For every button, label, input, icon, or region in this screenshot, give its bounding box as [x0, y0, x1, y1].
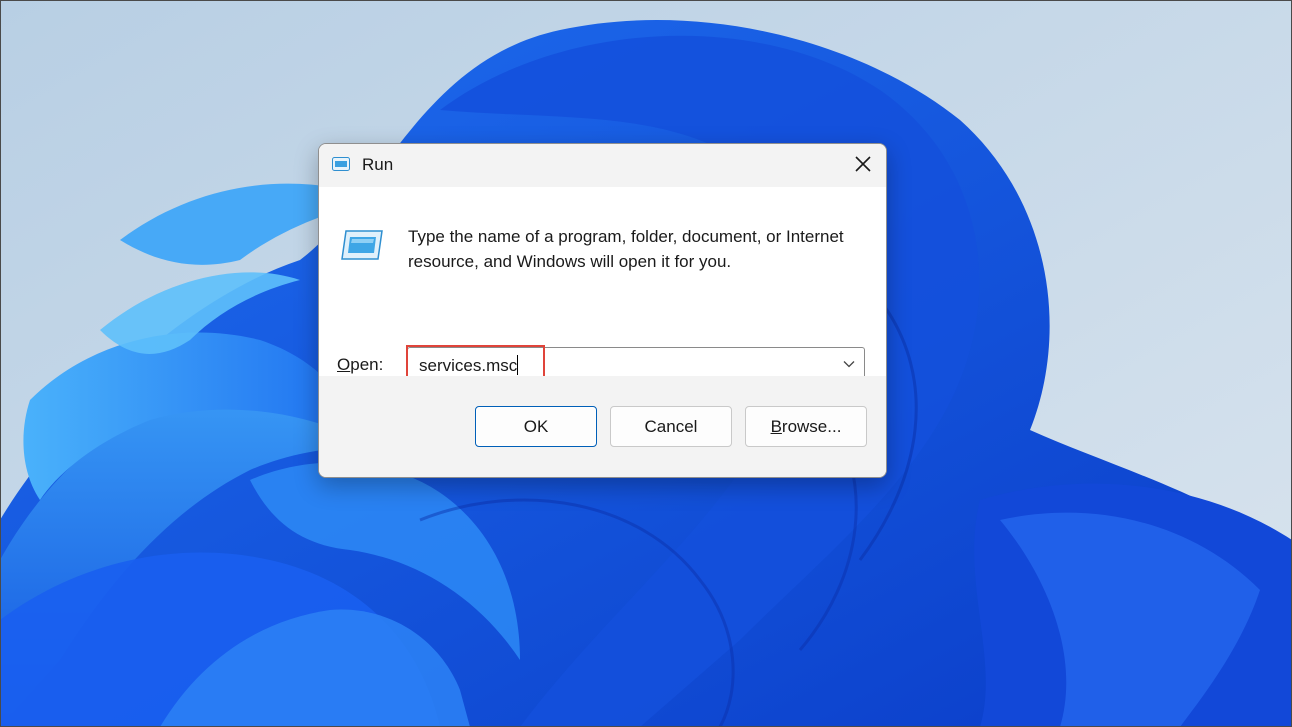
- dialog-description: Type the name of a program, folder, docu…: [408, 227, 844, 271]
- run-icon: [341, 230, 383, 260]
- browse-label: rowse...: [781, 416, 842, 436]
- close-button[interactable]: [840, 144, 886, 184]
- run-dialog: Run Type the name of a program, folder, …: [318, 143, 887, 478]
- text-caret: [517, 355, 519, 375]
- open-label: Open:: [337, 355, 383, 375]
- title-bar[interactable]: Run: [319, 144, 886, 187]
- dialog-footer: OK Cancel Browse...: [319, 376, 886, 477]
- dialog-body: Type the name of a program, folder, docu…: [319, 187, 886, 381]
- close-icon: [855, 156, 871, 172]
- open-input-value: services.msc: [419, 356, 518, 375]
- desktop: Run Type the name of a program, folder, …: [0, 0, 1292, 727]
- ok-button[interactable]: OK: [475, 406, 597, 447]
- dialog-title: Run: [362, 155, 394, 174]
- browse-accesskey: B: [770, 416, 782, 436]
- open-label-text: pen:: [350, 355, 384, 374]
- browse-button[interactable]: Browse...: [745, 406, 867, 447]
- chevron-down-icon[interactable]: [842, 357, 856, 371]
- run-icon: [332, 157, 350, 171]
- open-input[interactable]: services.msc: [419, 355, 519, 376]
- open-label-accesskey: O: [337, 355, 351, 374]
- cancel-button[interactable]: Cancel: [610, 406, 732, 447]
